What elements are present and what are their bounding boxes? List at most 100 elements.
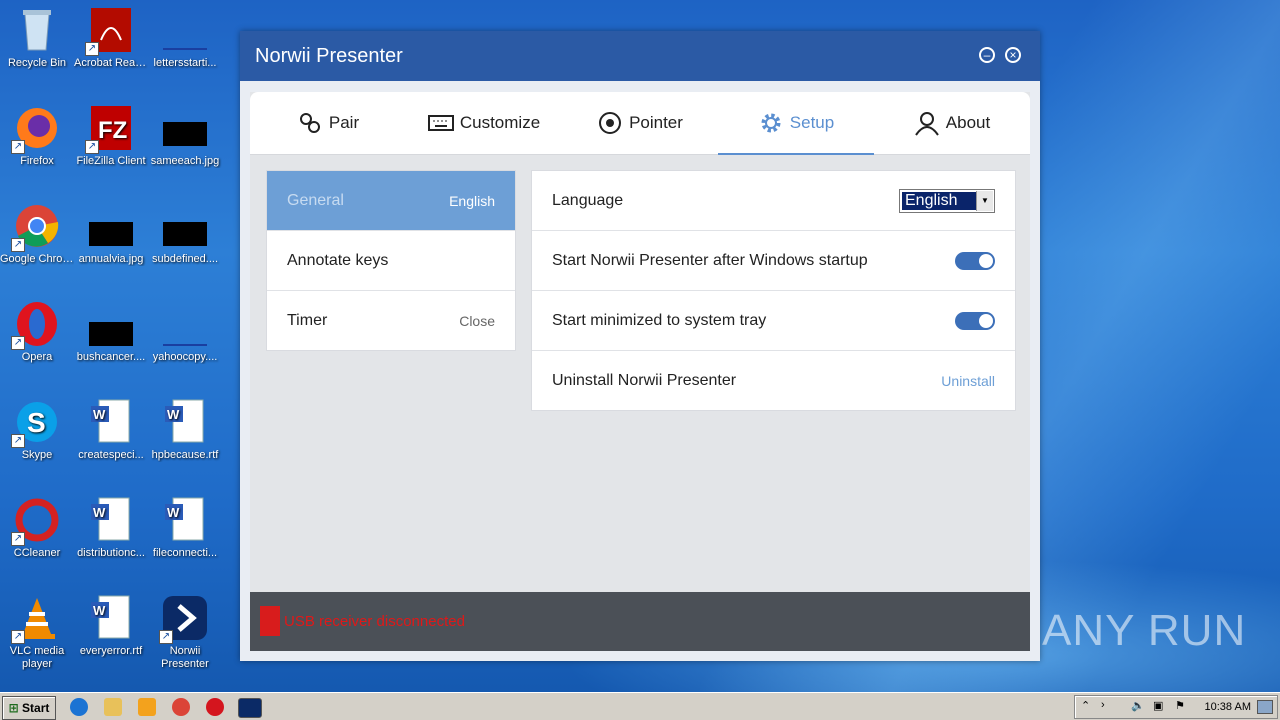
tray-arrow-icon[interactable]: › xyxy=(1101,699,1105,711)
image-thumbnail-icon xyxy=(161,104,209,152)
desktop-icon-file[interactable]: yahoocopy.... xyxy=(148,300,222,364)
recycle-bin-icon xyxy=(13,6,61,54)
person-icon xyxy=(914,112,939,136)
desktop-icon-norwii[interactable]: ↗ Norwii Presenter xyxy=(148,594,222,671)
keyboard-icon xyxy=(427,115,454,131)
norwii-taskbar-icon[interactable] xyxy=(238,698,262,718)
chrome-taskbar-icon[interactable] xyxy=(172,698,190,716)
setting-label: Start Norwii Presenter after Windows sta… xyxy=(552,251,868,269)
dropdown-arrow-icon[interactable]: ▼ xyxy=(976,190,993,211)
desktop-icon-file[interactable]: sameeach.jpg xyxy=(148,104,222,168)
tab-label: Pair xyxy=(328,113,360,132)
desktop-icon-label: Norwii Presenter xyxy=(161,645,209,670)
volume-icon[interactable]: 🔈 xyxy=(1131,699,1145,712)
target-icon xyxy=(599,112,622,134)
minimized-toggle[interactable] xyxy=(955,311,995,330)
media-player-icon[interactable] xyxy=(138,698,156,716)
setting-label: Language xyxy=(552,191,624,209)
watermark: ANY RUN xyxy=(1042,606,1247,655)
desktop-icon-doc[interactable]: W createspeci... xyxy=(74,398,148,462)
category-annotate-keys[interactable]: Annotate keys xyxy=(267,231,515,291)
norwii-window: Norwii Presenter – × Pair Customize Poin… xyxy=(240,31,1040,661)
desktop-icon-recycle-bin[interactable]: Recycle Bin xyxy=(0,6,74,70)
start-label: Start xyxy=(22,701,50,715)
status-bar: USB receiver disconnected xyxy=(250,592,1030,651)
shortcut-arrow-icon: ↗ xyxy=(11,532,25,546)
tab-pair[interactable]: Pair xyxy=(250,92,406,154)
desktop-icon-chrome[interactable]: ↗ Google Chrome xyxy=(0,202,74,266)
desktop-icon-label: sameeach.jpg xyxy=(150,155,220,167)
category-timer[interactable]: Timer Close xyxy=(267,291,515,350)
desktop-icon-doc[interactable]: W distributionc... xyxy=(74,496,148,560)
flag-icon[interactable]: ⚑ xyxy=(1175,699,1185,712)
uninstall-link[interactable]: Uninstall xyxy=(941,373,995,389)
shortcut-arrow-icon: ↗ xyxy=(11,630,25,644)
svg-text:W: W xyxy=(167,505,180,520)
desktop-icon-file[interactable]: bushcancer.... xyxy=(74,300,148,364)
clock[interactable]: 10:38 AM xyxy=(1205,701,1251,713)
acrobat-icon: ↗ xyxy=(85,6,135,56)
tab-about[interactable]: About xyxy=(874,92,1030,154)
skype-icon: S ↗ xyxy=(11,398,61,448)
desktop-icon-doc[interactable]: W fileconnecti... xyxy=(148,496,222,560)
word-document-icon: W xyxy=(161,496,209,544)
desktop-icon-label: everyerror.rtf xyxy=(79,645,143,657)
language-selected-value: English xyxy=(901,190,980,211)
word-document-icon: W xyxy=(87,496,135,544)
file-explorer-icon[interactable] xyxy=(104,698,122,716)
desktop-icon-label: FileZilla Client xyxy=(76,155,146,167)
shortcut-arrow-icon: ↗ xyxy=(159,630,173,644)
title-bar[interactable]: Norwii Presenter – × xyxy=(240,31,1040,81)
tab-customize[interactable]: Customize xyxy=(406,92,562,154)
internet-explorer-icon[interactable] xyxy=(70,698,88,716)
category-value: English xyxy=(449,192,495,209)
desktop-icon-acrobat[interactable]: ↗ Acrobat Reader DC xyxy=(74,6,148,70)
tab-setup[interactable]: Setup xyxy=(718,92,874,155)
shortcut-arrow-icon: ↗ xyxy=(11,238,25,252)
start-button[interactable]: ⊞ Start xyxy=(2,696,56,720)
tab-pointer[interactable]: Pointer xyxy=(562,92,718,154)
desktop-icon-doc[interactable]: W everyerror.rtf xyxy=(74,594,148,658)
minimize-icon[interactable]: – xyxy=(979,47,995,63)
system-tray: ⌃ › 🔈 ▣ ⚑ 10:38 AM xyxy=(1074,695,1278,719)
language-select[interactable]: English ▼ xyxy=(899,188,995,213)
tab-bar: Pair Customize Pointer Setup About xyxy=(250,92,1030,155)
show-desktop-icon[interactable] xyxy=(1257,700,1273,714)
shortcut-arrow-icon: ↗ xyxy=(11,336,25,350)
opera-taskbar-icon[interactable] xyxy=(206,698,224,716)
file-thumbnail-icon xyxy=(161,6,209,54)
desktop-icon-file[interactable]: subdefined.... xyxy=(148,202,222,266)
desktop-icon-filezilla[interactable]: FZ ↗ FileZilla Client xyxy=(74,104,148,168)
chrome-icon: ↗ xyxy=(11,202,61,252)
tab-label: About xyxy=(945,113,991,132)
svg-text:FZ: FZ xyxy=(98,117,127,144)
desktop-icon-file[interactable]: annualvia.jpg xyxy=(74,202,148,266)
desktop-icon-opera[interactable]: ↗ Opera xyxy=(0,300,74,364)
desktop-icon-file[interactable]: lettersstarti... xyxy=(148,6,222,70)
opera-icon: ↗ xyxy=(11,300,61,350)
close-icon[interactable]: × xyxy=(1005,47,1021,63)
norwii-chevron-icon: ↗ xyxy=(159,594,209,644)
taskbar: ⊞ Start ⌃ › 🔈 ▣ ⚑ 10:38 AM xyxy=(0,692,1280,720)
desktop-icon-label: VLC media player xyxy=(9,645,65,670)
desktop-icon-vlc[interactable]: ↗ VLC media player xyxy=(0,594,74,671)
desktop-icon-ccleaner[interactable]: ↗ CCleaner xyxy=(0,496,74,560)
desktop-icon-label: bushcancer.... xyxy=(76,351,146,363)
tray-expand-icon[interactable]: ⌃ xyxy=(1081,699,1090,712)
svg-text:W: W xyxy=(93,603,106,618)
startup-toggle[interactable] xyxy=(955,251,995,270)
ccleaner-icon: ↗ xyxy=(11,496,61,546)
shortcut-arrow-icon: ↗ xyxy=(85,42,99,56)
desktop-icon-label: Firefox xyxy=(20,155,54,167)
desktop-icon-label: annualvia.jpg xyxy=(78,253,144,265)
general-settings: Language English ▼ Start Norwii Presente… xyxy=(531,170,1016,411)
category-general[interactable]: General English xyxy=(267,171,515,231)
toggle-knob xyxy=(979,313,993,328)
desktop-icon-doc[interactable]: W hpbecause.rtf xyxy=(148,398,222,462)
setting-label: Uninstall Norwii Presenter xyxy=(552,371,737,389)
setting-startup: Start Norwii Presenter after Windows sta… xyxy=(532,231,1015,291)
network-icon[interactable]: ▣ xyxy=(1153,699,1163,712)
gear-icon xyxy=(761,113,781,133)
desktop-icon-skype[interactable]: S ↗ Skype xyxy=(0,398,74,462)
desktop-icon-firefox[interactable]: ↗ Firefox xyxy=(0,104,74,168)
